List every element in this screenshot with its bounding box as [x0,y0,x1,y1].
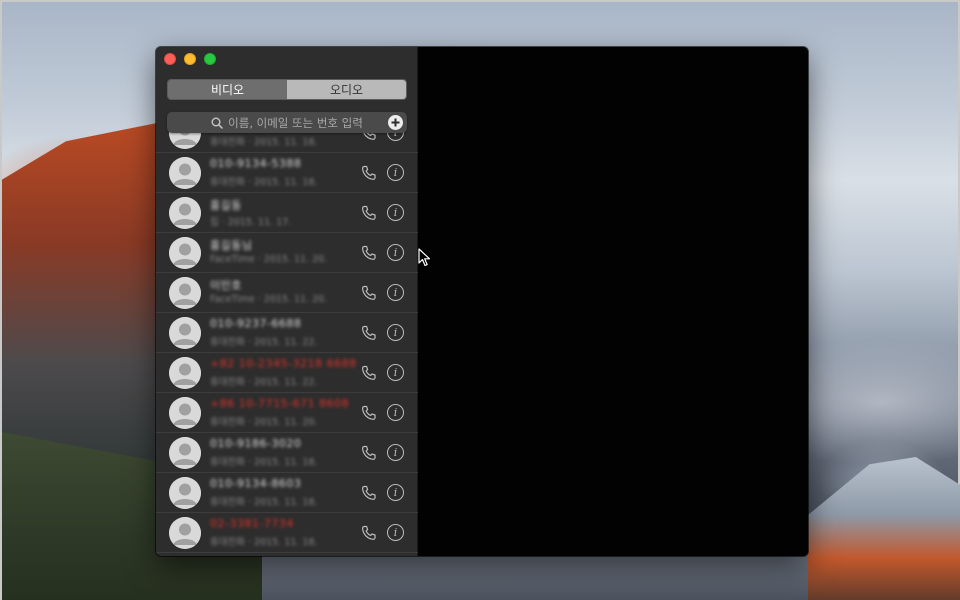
phone-icon[interactable] [361,285,377,301]
search-icon [211,117,223,129]
zoom-button[interactable] [204,53,216,65]
info-icon[interactable]: i [387,204,404,221]
info-icon[interactable]: i [387,324,404,341]
list-item[interactable]: 010-9134-8603 휴대전화 · 2015. 11. 18. i [156,473,418,513]
call-detail: 휴대전화 · 2015. 11. 18. [210,137,318,148]
tab-video[interactable]: 비디오 [168,80,287,99]
list-item[interactable]: 홍길동님 FaceTime · 2015. 11. 20. i [156,233,418,273]
avatar [169,237,201,269]
contact-name: 010-9134-8603 [210,477,302,490]
contact-name: +86 10-7715-671 8608 [210,397,350,410]
list-item[interactable]: +82 10-2345-3218 6688 휴대전화 · 2015. 11. 2… [156,353,418,393]
list-item[interactable]: 010-9186-3020 휴대전화 · 2015. 11. 18. i [156,433,418,473]
minimize-button[interactable] [184,53,196,65]
tab-audio[interactable]: 오디오 [287,80,406,99]
contact-name: +82 10-2345-3218 6688 [210,357,357,370]
call-detail: 휴대전화 · 2015. 11. 22. [210,337,318,348]
avatar [169,477,201,509]
call-detail: FaceTime · 2015. 11. 20. [210,294,328,305]
phone-icon[interactable] [361,405,377,421]
list-item[interactable]: 010-9134-5388 휴대전화 · 2015. 11. 18. i [156,153,418,193]
contact-name: 010-9134-5388 [210,157,302,170]
phone-icon[interactable] [361,525,377,541]
call-detail: 집 · 2015. 11. 17. [210,217,292,228]
avatar [169,437,201,469]
recents-list[interactable]: 휴대전화 · 2015. 11. 18. i 010-9134-5388 휴대전… [156,125,418,556]
search-placeholder: 이름, 이메일 또는 번호 입력 [228,115,363,130]
list-item[interactable]: +86 10-7715-671 8608 휴대전화 · 2015. 11. 20… [156,393,418,433]
contact-name: 010-9186-3020 [210,437,302,450]
list-item[interactable]: 010-9237-6688 휴대전화 · 2015. 11. 22. i [156,313,418,353]
info-icon[interactable]: i [387,244,404,261]
info-icon[interactable]: i [387,364,404,381]
call-detail: 휴대전화 · 2015. 11. 18. [210,457,318,468]
avatar [169,277,201,309]
info-icon[interactable]: i [387,164,404,181]
phone-icon[interactable] [361,365,377,381]
call-detail: 휴대전화 · 2015. 11. 20. [210,417,318,428]
avatar [169,517,201,549]
phone-icon[interactable] [361,445,377,461]
facetime-window: 비디오 오디오 휴대전화 · 2015. 11. 18. i 010-9134-… [156,47,808,556]
info-icon[interactable]: i [387,284,404,301]
contact-name: 010-9237-6688 [210,317,302,330]
contact-name: 이민호 [210,279,242,292]
phone-icon[interactable] [361,485,377,501]
pointer-cursor-icon [418,248,431,267]
mode-segmented-control: 비디오 오디오 [167,79,407,100]
contact-name: 홍길동님 [210,239,253,252]
info-icon[interactable]: i [387,484,404,501]
contact-name: 02-3381-7734 [210,517,294,530]
wallpaper-valley [262,554,822,600]
close-button[interactable] [164,53,176,65]
facetime-sidebar: 비디오 오디오 휴대전화 · 2015. 11. 18. i 010-9134-… [156,47,418,556]
call-detail: 휴대전화 · 2015. 11. 18. [210,537,318,548]
phone-icon[interactable] [361,245,377,261]
avatar [169,157,201,189]
call-detail: 휴대전화 · 2015. 11. 18. [210,177,318,188]
info-icon[interactable]: i [387,444,404,461]
list-item[interactable]: 홍길동 집 · 2015. 11. 17. i [156,193,418,233]
list-item[interactable]: 이민호 FaceTime · 2015. 11. 20. i [156,273,418,313]
video-preview-pane [418,47,808,556]
phone-icon[interactable] [361,325,377,341]
list-item[interactable]: 02-3381-7734 휴대전화 · 2015. 11. 18. i [156,513,418,553]
info-icon[interactable]: i [387,524,404,541]
phone-icon[interactable] [361,165,377,181]
avatar [169,317,201,349]
search-input[interactable]: 이름, 이메일 또는 번호 입력 [167,112,407,133]
wallpaper-mountain-right [808,457,960,600]
call-detail: FaceTime · 2015. 11. 20. [210,254,328,265]
info-icon[interactable]: i [387,404,404,421]
avatar [169,197,201,229]
contact-name: 홍길동 [210,199,242,212]
add-contact-icon[interactable] [388,115,403,130]
avatar [169,397,201,429]
phone-icon[interactable] [361,205,377,221]
window-controls [164,53,216,65]
avatar [169,357,201,389]
call-detail: 휴대전화 · 2015. 11. 18. [210,497,318,508]
call-detail: 휴대전화 · 2015. 11. 22. [210,377,318,388]
